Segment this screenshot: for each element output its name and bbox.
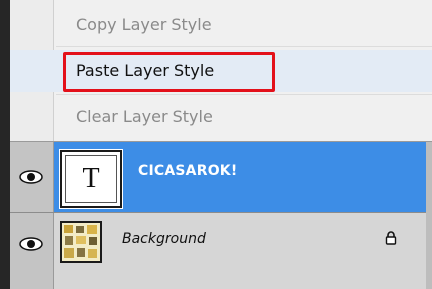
scrollbar[interactable] — [426, 142, 432, 289]
eye-icon[interactable] — [18, 169, 44, 185]
visibility-toggle[interactable] — [10, 213, 54, 289]
highlight-outline — [63, 52, 275, 92]
eye-icon[interactable] — [18, 236, 44, 252]
menu-separator — [56, 46, 432, 47]
lock-icon — [385, 231, 397, 245]
text-layer-glyph: T — [65, 155, 117, 203]
layer-row-text[interactable]: T CICASAROK! — [10, 142, 432, 212]
layer-row-background[interactable]: Background — [10, 213, 432, 289]
menu-item-label: Copy Layer Style — [76, 15, 212, 34]
menu-item-clear-layer-style: Clear Layer Style — [10, 96, 432, 138]
layer-name[interactable]: CICASAROK! — [138, 163, 237, 179]
photoshop-screen: T CICASAROK! Background Copy Layer Style… — [0, 0, 432, 289]
menu-item-copy-layer-style: Copy Layer Style — [10, 4, 432, 46]
menu-separator — [56, 94, 432, 95]
text-layer-thumbnail: T — [59, 149, 123, 209]
background-layer-thumbnail — [60, 221, 102, 263]
layer-name[interactable]: Background — [122, 231, 206, 247]
thumbnail-image — [62, 223, 100, 261]
visibility-toggle[interactable] — [10, 142, 54, 212]
layer-row-body[interactable] — [54, 213, 432, 289]
menu-item-label: Clear Layer Style — [76, 107, 213, 126]
